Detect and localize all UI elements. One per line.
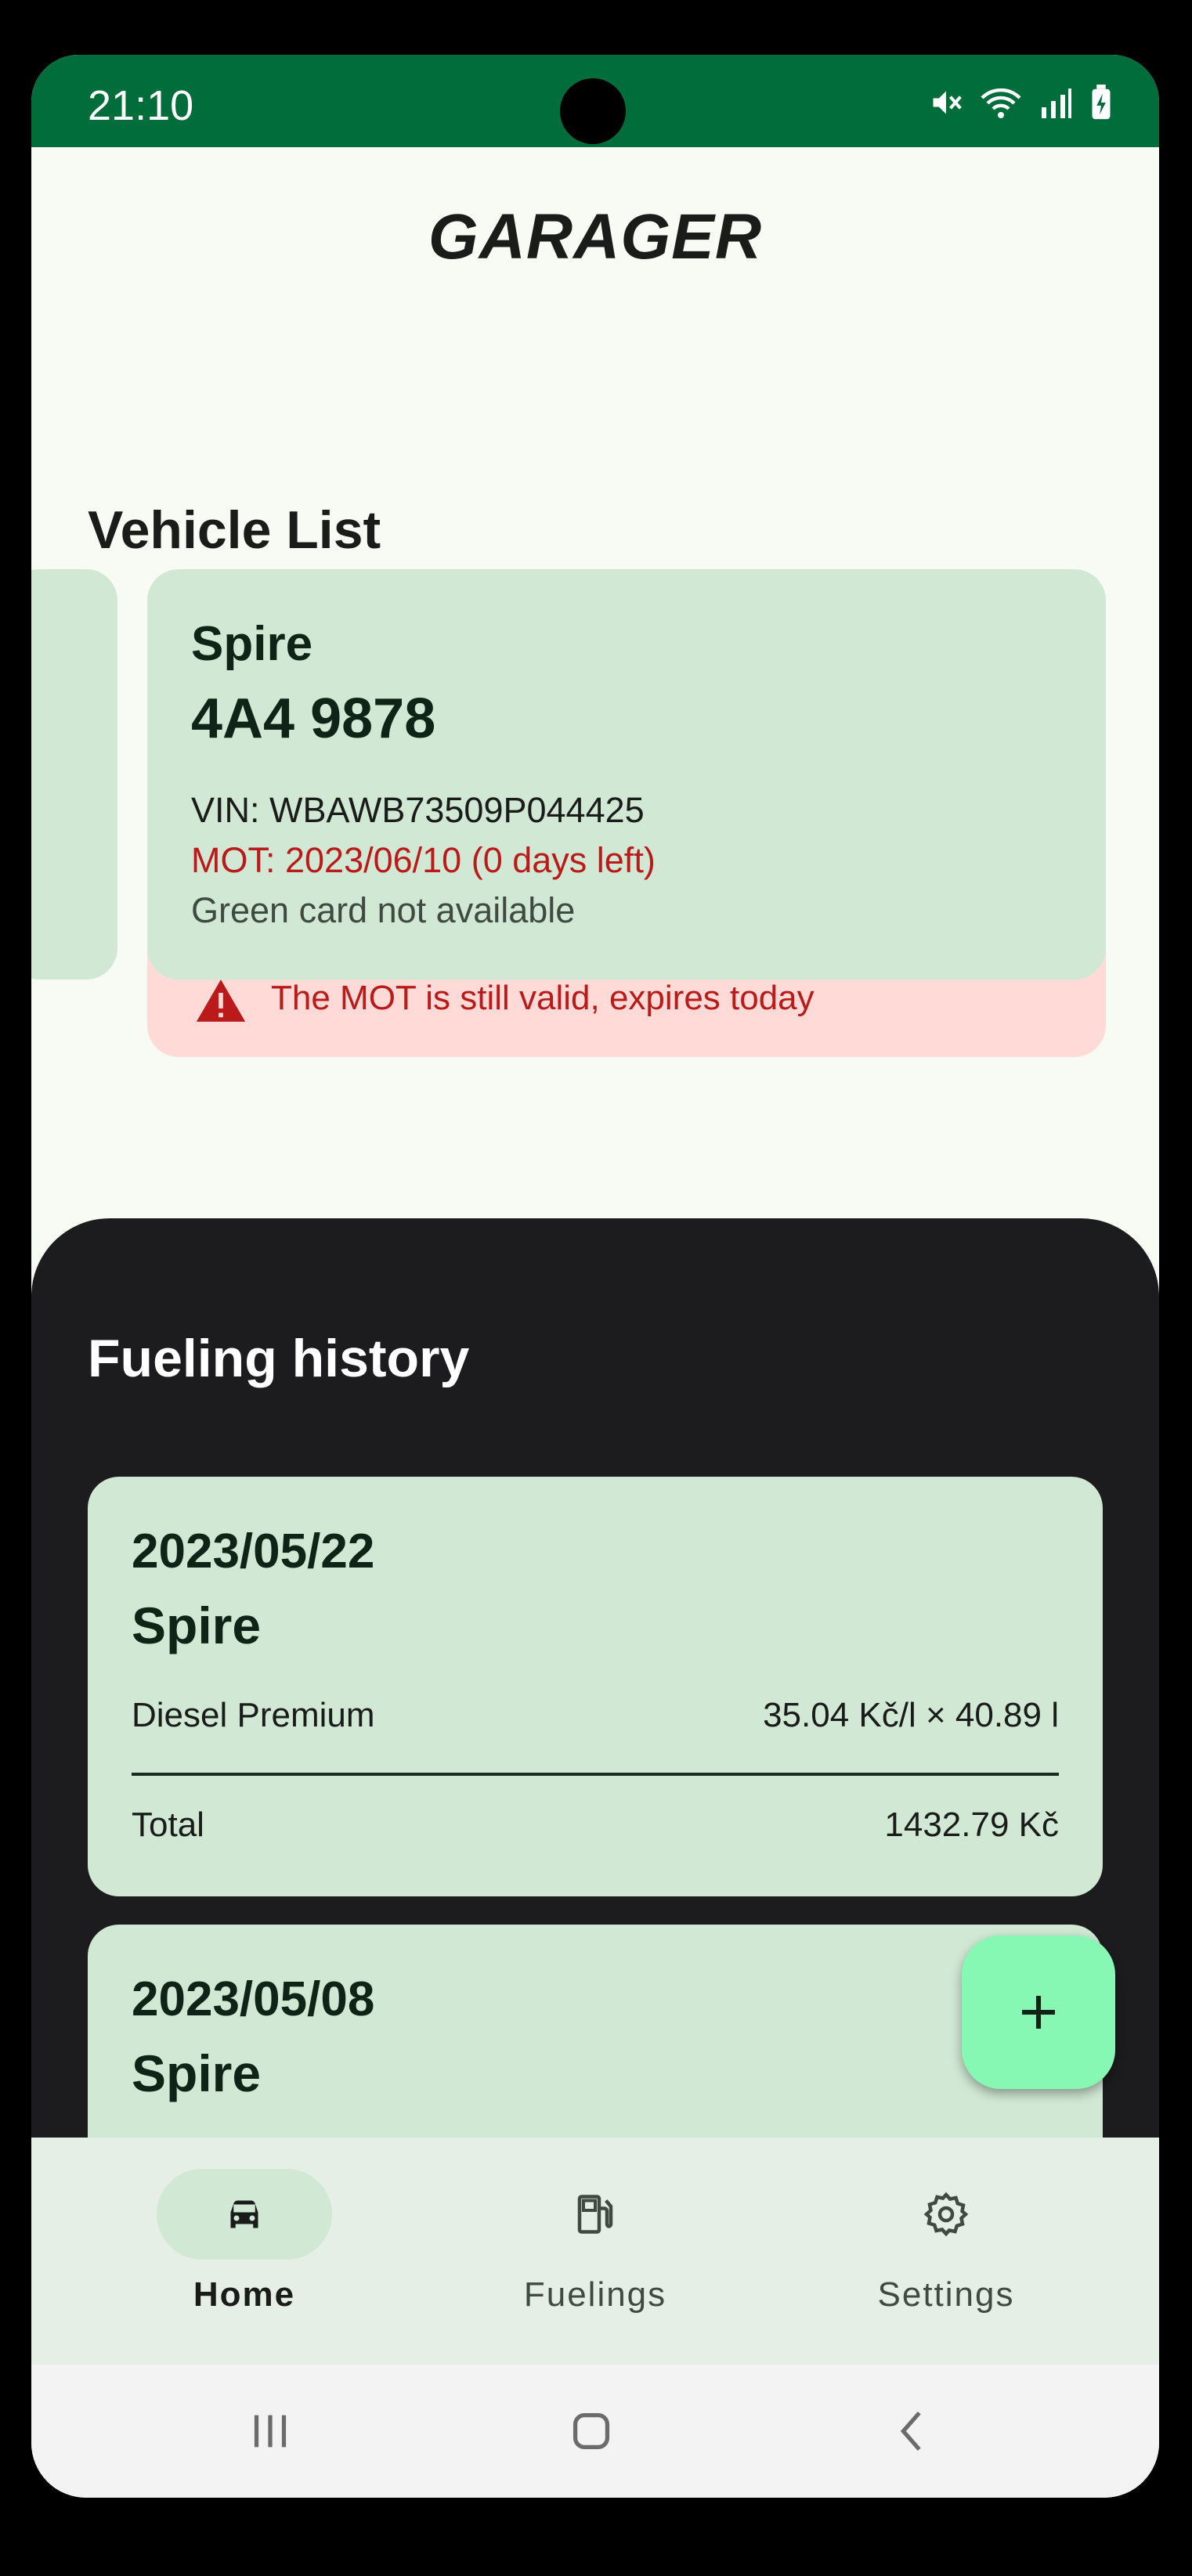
battery-charging-icon [1090,85,1112,121]
plus-icon [1017,1990,1060,2038]
warning-icon [194,977,247,1028]
mute-icon [929,85,963,120]
nav-home-indicator [157,2169,332,2260]
front-camera [560,78,626,144]
status-time: 21:10 [88,82,194,129]
vehicle-card[interactable]: Spire 4A4 9878 VIN: WBAWB73509P044425 MO… [147,569,1106,980]
fuel-type: Diesel Premium [132,1696,375,1734]
status-bar: 21:10 [31,55,1159,147]
nav-settings-indicator [858,2169,1034,2260]
vehicle-vin: VIN: WBAWB73509P044425 [191,790,645,830]
fueling-vehicle: Spire [132,1596,262,1654]
phone-frame: 21:10 GARAGER Vehicle List The MOT is st… [0,0,1192,2576]
vehicle-list-title: Vehicle List [88,500,381,560]
fueling-card[interactable]: 2023/05/22 Spire Diesel Premium 35.04 Kč… [88,1477,1103,1896]
nav-home[interactable]: Home [127,2169,362,2314]
nav-fuelings[interactable]: Fuelings [478,2169,713,2314]
status-icons [929,85,1112,121]
signal-icon [1038,85,1073,120]
fueling-date: 2023/05/22 [132,1524,375,1578]
mot-warning-text: The MOT is still valid, expires today [271,979,815,1017]
total-value: 1432.79 Kč [884,1806,1059,1844]
vehicle-green-card: Green card not available [191,890,576,930]
wifi-icon [981,85,1021,120]
nav-settings-label: Settings [877,2275,1015,2314]
divider [132,1773,1059,1776]
add-fueling-button[interactable] [962,1936,1115,2089]
vehicle-plate: 4A4 9878 [191,687,436,750]
system-navigation-bar [31,2365,1159,2498]
bottom-navigation: Home Fuelings Settings [31,2138,1159,2365]
fueling-vehicle: Spire [132,2044,262,2102]
nav-settings[interactable]: Settings [829,2169,1064,2314]
nav-fuelings-label: Fuelings [523,2275,667,2314]
fueling-history-title: Fueling history [88,1329,470,1388]
fueling-date: 2023/05/08 [132,1972,375,2026]
vehicle-mot: MOT: 2023/06/10 (0 days left) [191,840,656,880]
screen: 21:10 GARAGER Vehicle List The MOT is st… [31,55,1159,2498]
fuel-price-calculation: 35.04 Kč/l × 40.89 l [763,1696,1059,1734]
total-label: Total [132,1806,204,1844]
nav-fuelings-indicator [508,2169,683,2260]
previous-vehicle-card[interactable] [31,569,117,980]
app-title: GARAGER [428,201,763,272]
vehicle-name: Spire [191,617,313,671]
nav-home-label: Home [193,2275,296,2314]
